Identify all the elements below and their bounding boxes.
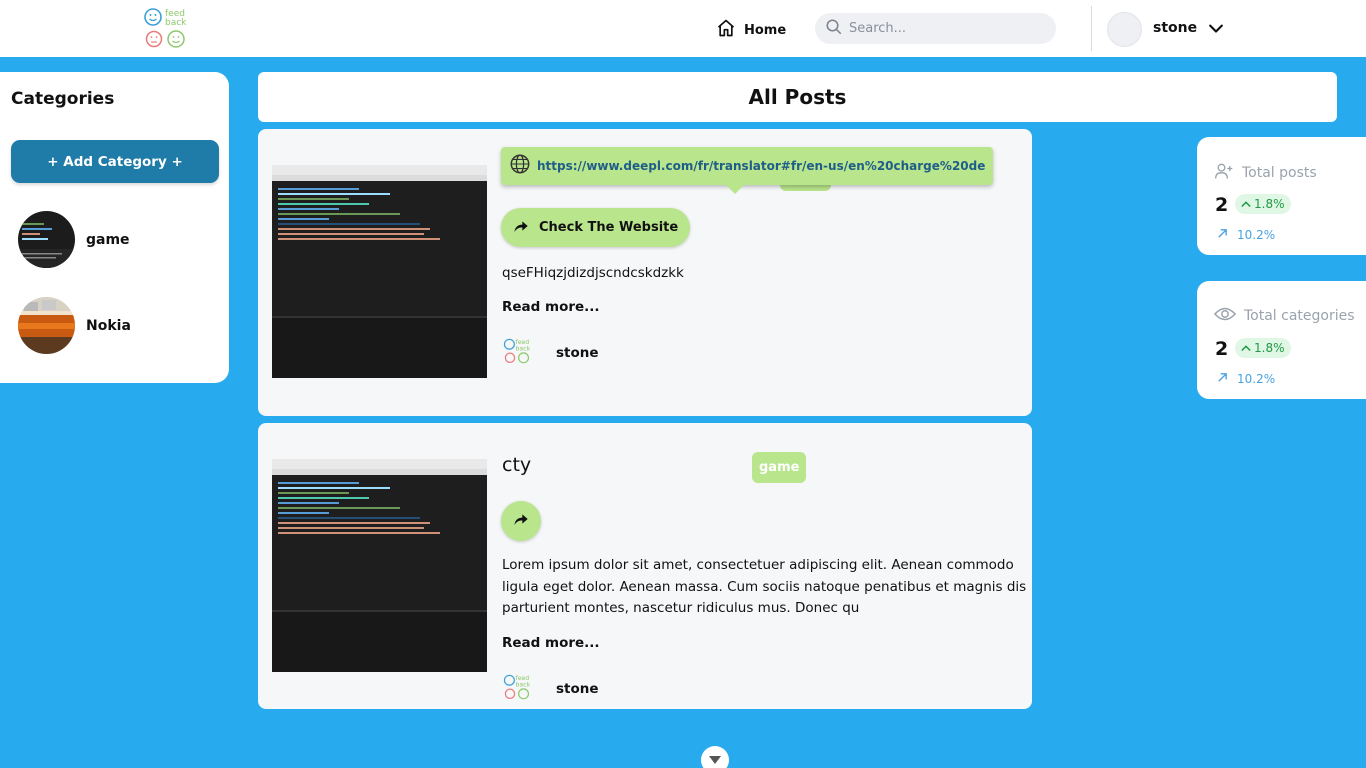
svg-text:back: back	[165, 18, 187, 28]
read-more-link[interactable]: Read more...	[502, 635, 600, 651]
check-website-button[interactable]	[501, 501, 541, 541]
categories-panel: Categories + Add Category + game Nokia	[0, 72, 229, 383]
code-terminal	[272, 610, 487, 672]
svg-text:back: back	[516, 345, 531, 352]
post-description: qseFHiqzjdizdjscndcskdzkk	[502, 265, 684, 281]
header-divider	[1091, 6, 1092, 51]
code-window-titlebar	[272, 459, 487, 469]
check-website-button[interactable]: Check The Website	[501, 208, 691, 247]
stat-subtrend: 10.2%	[1217, 372, 1275, 386]
code-lines	[272, 181, 487, 247]
stat-label: Total categories	[1244, 308, 1355, 324]
nav-home-link[interactable]: Home	[716, 18, 786, 42]
post-card: cty game Lorem ipsum dolor sit amet, con…	[258, 423, 1032, 709]
author-name[interactable]: stone	[556, 345, 599, 361]
scroll-down-button[interactable]	[701, 746, 729, 768]
check-website-label: Check The Website	[539, 220, 679, 235]
chevron-down-icon[interactable]	[1206, 19, 1226, 43]
stat-change-badge: 1.8%	[1235, 194, 1291, 214]
user-avatar[interactable]	[1107, 12, 1142, 47]
stat-sub-value: 10.2%	[1237, 372, 1276, 386]
post-author: feed back stone	[502, 672, 599, 706]
stat-value: 2	[1215, 194, 1229, 216]
read-more-link[interactable]: Read more...	[502, 299, 600, 315]
code-lines	[272, 475, 487, 541]
post-image[interactable]	[272, 459, 487, 672]
user-plus-icon	[1214, 161, 1234, 185]
search-icon	[825, 18, 843, 40]
home-label: Home	[744, 22, 787, 38]
post-card: https://www.deepl.com/fr/translator#fr/e…	[258, 129, 1032, 416]
category-thumbnail	[18, 297, 75, 354]
categories-title: Categories	[11, 89, 115, 109]
trend-arrow-icon	[1217, 228, 1228, 242]
svg-text:back: back	[516, 681, 531, 688]
category-item-game[interactable]: game	[18, 211, 130, 268]
link-tooltip: https://www.deepl.com/fr/translator#fr/e…	[501, 147, 994, 194]
add-category-button[interactable]: + Add Category +	[11, 140, 219, 183]
stat-badge-value: 1.8%	[1254, 341, 1285, 355]
search-box[interactable]	[815, 13, 1056, 44]
post-image[interactable]	[272, 165, 487, 378]
stat-label: Total posts	[1242, 165, 1317, 181]
stat-badge-value: 1.8%	[1254, 197, 1285, 211]
stat-subtrend: 10.2%	[1217, 228, 1275, 242]
share-arrow-icon	[513, 219, 529, 237]
chevron-up-icon	[1241, 341, 1251, 355]
chevron-up-icon	[1241, 197, 1251, 211]
category-label: game	[86, 231, 130, 248]
page-title: All Posts	[258, 72, 1337, 122]
category-item-nokia[interactable]: Nokia	[18, 297, 131, 354]
post-link[interactable]: https://www.deepl.com/fr/translator#fr/e…	[537, 159, 985, 173]
stat-header: Total categories	[1213, 305, 1355, 327]
code-terminal	[272, 316, 487, 378]
post-description: Lorem ipsum dolor sit amet, consectetuer…	[502, 557, 1027, 616]
eye-icon	[1213, 305, 1237, 327]
stat-card-total-posts: Total posts 2 1.8% 10.2%	[1197, 137, 1366, 255]
author-avatar: feed back	[502, 336, 534, 370]
header-username: stone	[1153, 20, 1198, 36]
share-arrow-icon	[513, 512, 529, 530]
author-name[interactable]: stone	[556, 681, 599, 697]
category-chip[interactable]: game	[752, 452, 807, 483]
post-title: cty	[502, 454, 532, 476]
category-label: Nokia	[86, 317, 131, 334]
stat-sub-value: 10.2%	[1237, 228, 1276, 242]
home-icon	[716, 18, 736, 42]
post-author: feed back stone	[502, 336, 599, 370]
search-input[interactable]	[849, 21, 1039, 36]
stat-header: Total posts	[1214, 161, 1317, 185]
globe-icon	[509, 153, 531, 179]
stat-card-total-categories: Total categories 2 1.8% 10.2%	[1197, 281, 1366, 399]
top-header: feed back Home stone	[0, 0, 1366, 57]
chevron-down-icon	[708, 751, 722, 768]
feedback-logo[interactable]: feed back	[141, 6, 193, 50]
code-window-titlebar	[272, 165, 487, 175]
stat-value: 2	[1215, 338, 1229, 360]
category-thumbnail	[18, 211, 75, 268]
stat-change-badge: 1.8%	[1235, 338, 1291, 358]
author-avatar: feed back	[502, 672, 534, 706]
trend-arrow-icon	[1217, 372, 1228, 386]
tooltip-arrow	[726, 185, 744, 194]
